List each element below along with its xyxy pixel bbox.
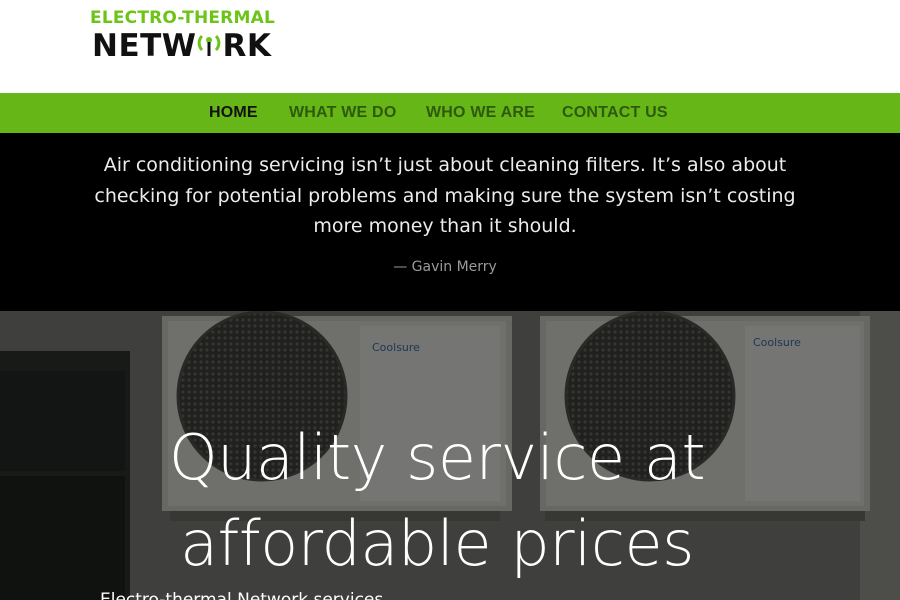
hero-subtitle: Electro-thermal Network services … [100, 590, 406, 600]
logo-text-right: RK [222, 28, 272, 64]
hero-section: Coolsure Coolsure Quality service at aff… [0, 311, 900, 600]
hero-title: Quality service at affordable prices [0, 415, 874, 587]
site-header: ELECTRO-THERMAL NETW RK [0, 0, 900, 93]
logo-line-top: ELECTRO-THERMAL [90, 8, 275, 28]
logo-text-left: NETW [92, 28, 197, 64]
nav-item-contact-us[interactable]: CONTACT US [562, 104, 668, 122]
logo-line-bottom: NETW RK [92, 28, 271, 64]
nav-item-who-we-are[interactable]: WHO WE ARE [426, 104, 535, 122]
site-logo[interactable]: ELECTRO-THERMAL NETW RK [90, 8, 290, 68]
antenna-icon [198, 34, 221, 56]
nav-item-what-we-do[interactable]: WHAT WE DO [289, 104, 396, 122]
main-nav: HOME WHAT WE DO WHO WE ARE CONTACT US [0, 93, 900, 133]
testimonial-quote: Air conditioning servicing isn’t just ab… [0, 133, 900, 311]
nav-list: HOME WHAT WE DO WHO WE ARE CONTACT US [0, 93, 900, 133]
quote-author: — Gavin Merry [393, 259, 497, 275]
hero-title-line-2: affordable prices [180, 507, 694, 580]
quote-text: Air conditioning servicing isn’t just ab… [94, 154, 796, 237]
nav-item-home[interactable]: HOME [209, 104, 258, 122]
hero-title-line-1: Quality service at [168, 421, 706, 494]
